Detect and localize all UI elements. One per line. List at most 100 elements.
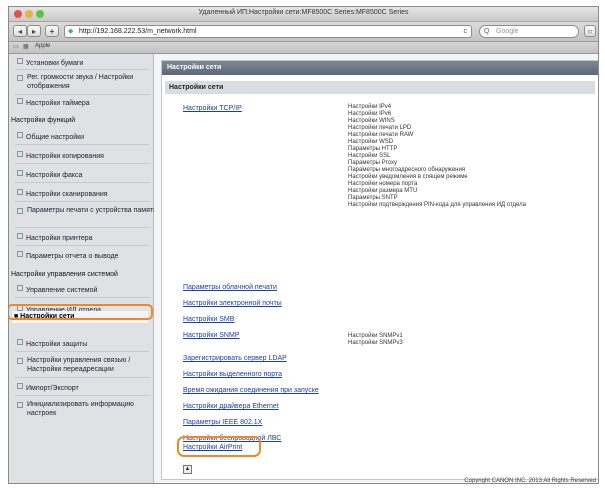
divider <box>15 163 149 164</box>
divider <box>15 245 149 246</box>
highlight-airprint <box>177 436 261 457</box>
snapback-icon: ○ <box>587 27 593 36</box>
bullet-icon <box>17 233 23 239</box>
top-sites-grid-icon[interactable]: ▦ <box>23 43 29 50</box>
snmp-settings-link[interactable]: Настройки SNMP <box>183 331 240 340</box>
list-item: Настройки IPv4 <box>348 104 392 110</box>
sidebar-section-management: Настройки управления системой <box>11 271 118 278</box>
sidebar-item-volume-display[interactable]: Рег. громкости звука / Настройки отображ… <box>17 73 159 91</box>
list-item: Параметры многоадресного обнаружения <box>348 167 466 173</box>
page-top-icon[interactable]: ▲ <box>183 465 192 474</box>
plus-icon: + <box>49 27 55 36</box>
sidebar-item-common-settings[interactable]: Общие настройки <box>17 132 149 142</box>
sidebar-item-printer-settings[interactable]: Настройки принтера <box>17 233 149 243</box>
sidebar-item-scan-settings[interactable]: Настройки сканирования <box>17 189 149 199</box>
tcp-ip-settings-link[interactable]: Настройки TCP/IP <box>183 104 242 113</box>
divider <box>15 395 149 396</box>
ldap-register-link[interactable]: Зарегистрировать сервер LDAP <box>183 354 287 363</box>
divider <box>15 144 149 145</box>
divider <box>15 377 149 378</box>
bullet-icon <box>17 402 23 408</box>
sidebar-item-copy-settings[interactable]: Настройки копирования <box>17 151 149 161</box>
ieee-8021x-link[interactable]: Параметры IEEE 802.1X <box>183 418 262 427</box>
sidebar-item-security-settings[interactable]: Настройки защиты <box>17 339 149 349</box>
ethernet-driver-link[interactable]: Настройки драйвера Ethernet <box>183 402 279 411</box>
divider <box>15 201 149 202</box>
divider <box>15 227 149 228</box>
sidebar-item-output-report[interactable]: Параметры отчета о выводе <box>17 251 149 261</box>
bookmarks-book-icon[interactable]: ▭ <box>13 43 19 50</box>
browser-window: Удаленный ИП:Настройки сети:MF8500C Seri… <box>8 6 599 484</box>
sidebar-item-timer-settings[interactable]: Настройки таймера <box>17 98 149 108</box>
bullet-icon <box>17 58 23 64</box>
divider <box>15 69 149 70</box>
bullet-icon <box>17 358 23 364</box>
bullet-icon <box>17 339 23 345</box>
divider <box>15 182 149 183</box>
divider <box>15 94 149 95</box>
list-item: Настройки SSL <box>348 153 391 159</box>
snmp-items-list: Настройки SNMPv1 Настройки SNMPv3 <box>348 333 403 347</box>
bullet-icon <box>17 189 23 195</box>
list-item: Параметры Proxy <box>348 160 397 166</box>
sidebar-nav: Установки бумаги Рег. громкости звука / … <box>9 54 157 483</box>
list-item: Настройки печати LPD <box>348 125 412 131</box>
forward-button[interactable]: ▸ <box>27 25 41 37</box>
back-arrow-icon: ◂ <box>17 27 22 36</box>
search-icon: Q <box>484 28 490 35</box>
sidebar-toggle-button[interactable]: ○ <box>584 25 596 37</box>
tcp-items-list: Настройки IPv4 Настройки IPv6 Настройки … <box>348 104 526 209</box>
cloud-print-link[interactable]: Параметры облачной печати <box>183 283 277 292</box>
dedicated-port-link[interactable]: Настройки выделенного порта <box>183 370 282 379</box>
bullet-icon <box>17 170 23 176</box>
sidebar-section-functions: Настройки функций <box>11 117 76 124</box>
list-item: Настройки SNMPv1 <box>348 333 403 339</box>
sidebar-item-comm-management[interactable]: Настройки управления связью / Настройки … <box>17 356 159 374</box>
bullet-icon <box>17 285 23 291</box>
address-bar[interactable]: ◆ http://192.168.222.53/m_network.html c <box>64 25 472 38</box>
startup-wait-link[interactable]: Время ожидания соединения при запуске <box>183 386 319 395</box>
list-item: Настройки WSD <box>348 139 394 145</box>
copyright-text: Copyright CANON INC. 2013 All Rights Res… <box>464 478 596 484</box>
site-favicon-icon: ◆ <box>68 28 74 35</box>
browser-toolbar: ◂ ▸ + ◆ http://192.168.222.53/m_network.… <box>9 22 598 42</box>
sidebar-item-system-management[interactable]: Управление системой <box>17 285 149 295</box>
sidebar-item-paper-settings[interactable]: Установки бумаги <box>17 58 149 68</box>
add-bookmark-button[interactable]: + <box>45 25 59 37</box>
list-item: Параметры SNTP <box>348 195 398 201</box>
bullet-icon <box>17 208 23 214</box>
sidebar-item-fax-settings[interactable]: Настройки факса <box>17 170 149 180</box>
bullet-icon <box>17 151 23 157</box>
search-field[interactable]: Q Google <box>479 25 579 38</box>
list-item: Настройки уведомления в спящем режиме <box>348 174 468 180</box>
page-title: Настройки сети <box>162 61 598 75</box>
list-item: Настройки печати RAW <box>348 132 414 138</box>
forward-arrow-icon: ▸ <box>31 27 36 36</box>
divider <box>15 297 149 298</box>
smb-settings-link[interactable]: Настройки SMB <box>183 315 234 324</box>
list-item: Настройки размера MTU <box>348 188 418 194</box>
main-content: Настройки сети Настройки сети Настройки … <box>154 54 598 483</box>
bullet-icon <box>17 132 23 138</box>
address-text: http://192.168.222.53/m_network.html <box>79 28 197 35</box>
back-button[interactable]: ◂ <box>13 25 27 37</box>
window-title: Удаленный ИП:Настройки сети:MF8500C Seri… <box>198 9 409 16</box>
list-item: Настройки номера порта <box>348 181 418 187</box>
search-placeholder: Google <box>496 28 519 35</box>
reload-icon[interactable]: c <box>464 26 468 37</box>
sidebar-item-initialize[interactable]: Инициализировать информацию настроек <box>17 400 159 418</box>
divider <box>15 351 149 352</box>
email-settings-link[interactable]: Настройки электронной почты <box>183 299 282 308</box>
bookmark-apple-link[interactable]: Apple <box>35 43 50 49</box>
sidebar-item-import-export[interactable]: Импорт/Экспорт <box>17 383 149 393</box>
list-item: Настройки SNMPv3 <box>348 340 403 346</box>
list-item: Настройки WINS <box>348 118 395 124</box>
list-item: Настройки IPv6 <box>348 111 392 117</box>
title-bar: Удаленный ИП:Настройки сети:MF8500C Seri… <box>9 7 598 22</box>
highlight-network-settings <box>9 304 153 320</box>
bookmarks-bar: ▭ ▦ Apple <box>9 42 598 54</box>
sidebar-item-memory-print[interactable]: Параметры печати с устройства памяти <box>17 206 159 215</box>
bullet-icon <box>17 75 23 81</box>
list-item: Настройки подтверждения PIN-кода для упр… <box>348 202 527 208</box>
list-item: Параметры HTTP <box>348 146 398 152</box>
